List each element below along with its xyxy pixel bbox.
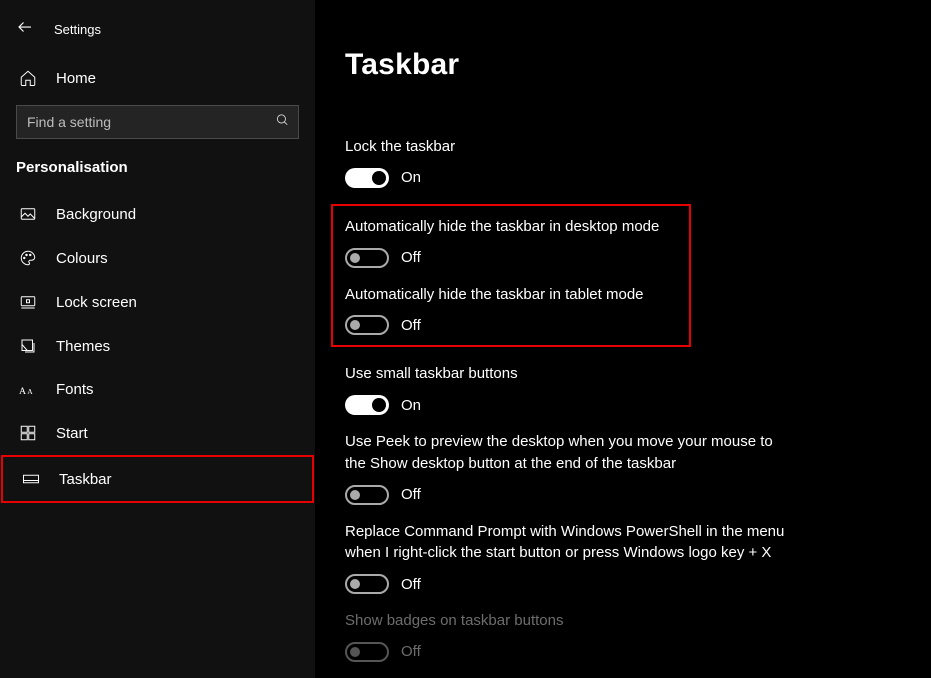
toggle-row: Off [345,642,891,662]
toggle-state-label: Off [401,249,421,266]
sidebar-item-label: Colours [56,250,108,267]
toggle-use-peek[interactable] [345,485,389,505]
sidebar-item-lock-screen[interactable]: Lock screen [0,280,315,324]
toggle-auto-hide-tablet[interactable] [345,315,389,335]
toggle-state-label: Off [401,486,421,503]
nav-list: Background Colours Lock screen Themes AA… [0,192,315,503]
svg-text:A: A [19,385,26,396]
toggle-state-label: On [401,397,421,414]
sidebar-item-start[interactable]: Start [0,411,315,455]
sidebar-item-fonts[interactable]: AA Fonts [0,368,315,411]
setting-label: Use small taskbar buttons [345,363,795,385]
sidebar-item-colours[interactable]: Colours [0,236,315,280]
setting-label: Automatically hide the taskbar in tablet… [345,284,677,306]
taskbar-icon [21,470,41,488]
toggle-row: Off [345,248,677,268]
toggle-row: On [345,168,891,188]
setting-lock-taskbar: Lock the taskbar On [345,136,891,188]
toggle-row: Off [345,315,677,335]
search-input[interactable] [16,105,299,139]
setting-label: Use Peek to preview the desktop when you… [345,431,795,475]
header-row: Settings [0,18,315,53]
search-wrap [16,105,299,139]
themes-icon [18,337,38,355]
sidebar-item-label: Background [56,206,136,223]
sidebar-item-label: Lock screen [56,294,137,311]
category-title: Personalisation [0,153,315,192]
toggle-row: Off [345,574,891,594]
sidebar-item-label: Themes [56,338,110,355]
app-title: Settings [54,22,101,37]
sidebar-item-label: Start [56,425,88,442]
nav-home[interactable]: Home [0,59,315,97]
setting-auto-hide-desktop: Automatically hide the taskbar in deskto… [345,216,677,268]
setting-powershell: Replace Command Prompt with Windows Powe… [345,521,891,595]
setting-small-buttons: Use small taskbar buttons On [345,363,891,415]
sidebar-item-themes[interactable]: Themes [0,324,315,368]
setting-label: Replace Command Prompt with Windows Powe… [345,521,795,565]
highlighted-settings-group: Automatically hide the taskbar in deskto… [331,204,691,348]
setting-label: Lock the taskbar [345,136,795,158]
start-icon [18,424,38,442]
toggle-lock-taskbar[interactable] [345,168,389,188]
lock-screen-icon [18,293,38,311]
sidebar-item-label: Taskbar [59,471,112,488]
setting-auto-hide-tablet: Automatically hide the taskbar in tablet… [345,284,677,336]
toggle-state-label: Off [401,576,421,593]
sidebar-item-background[interactable]: Background [0,192,315,236]
nav-home-label: Home [56,70,96,87]
toggle-state-label: Off [401,317,421,334]
fonts-icon: AA [18,383,38,397]
svg-text:A: A [27,386,33,395]
palette-icon [18,249,38,267]
setting-show-badges: Show badges on taskbar buttons Off [345,610,891,662]
main-content: Taskbar Lock the taskbar On Automaticall… [315,0,931,678]
page-title: Taskbar [345,48,891,82]
setting-use-peek: Use Peek to preview the desktop when you… [345,431,891,505]
toggle-row: Off [345,485,891,505]
toggle-powershell[interactable] [345,574,389,594]
image-icon [18,205,38,223]
sidebar: Settings Home Personalisation Background… [0,0,315,678]
back-arrow-icon[interactable] [16,18,34,41]
toggle-small-buttons[interactable] [345,395,389,415]
toggle-show-badges [345,642,389,662]
toggle-state-label: On [401,169,421,186]
sidebar-item-taskbar[interactable]: Taskbar [1,455,314,503]
sidebar-item-label: Fonts [56,381,94,398]
setting-label: Show badges on taskbar buttons [345,610,795,632]
home-icon [18,69,38,87]
setting-label: Automatically hide the taskbar in deskto… [345,216,677,238]
toggle-state-label: Off [401,643,421,660]
toggle-row: On [345,395,891,415]
toggle-auto-hide-desktop[interactable] [345,248,389,268]
